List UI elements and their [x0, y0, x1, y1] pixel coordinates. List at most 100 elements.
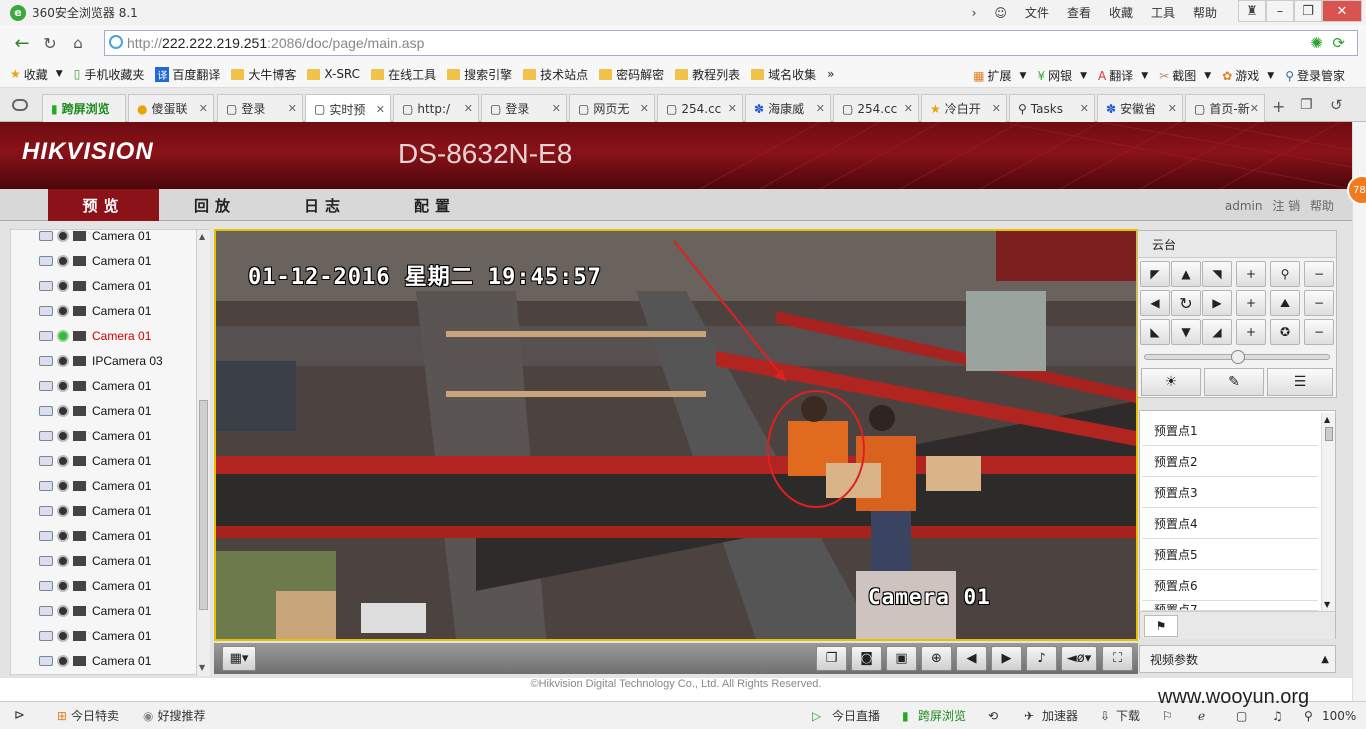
record-icon[interactable]	[73, 380, 86, 391]
slider-knob[interactable]	[1231, 350, 1245, 364]
games-button[interactable]: ✿ 游戏 ▼	[1222, 67, 1274, 84]
preset-item[interactable]: 预置点5	[1142, 539, 1318, 570]
preset-scrollbar[interactable]: ▲ ▼	[1321, 413, 1335, 611]
tab-item[interactable]: ▢ 首页-新 ✕	[1185, 94, 1265, 122]
camera-status-icon[interactable]	[57, 304, 69, 317]
bookmark-folder[interactable]: 大牛博客	[231, 66, 296, 83]
preset-item[interactable]: 预置点6	[1142, 570, 1318, 601]
camera-list-item[interactable]: Camera 01	[11, 498, 151, 523]
snapshot-button[interactable]: ◙	[851, 646, 882, 671]
tab-close-icon[interactable]: ✕	[904, 102, 913, 115]
tab-close-icon[interactable]: ✕	[1250, 102, 1259, 115]
ptz-up-button[interactable]: ▲	[1171, 261, 1201, 287]
undo-close-icon[interactable]: ↺	[1330, 96, 1343, 114]
camera-status-icon[interactable]	[57, 554, 69, 567]
tab-item[interactable]: ✽ 海康威 ✕	[745, 94, 831, 122]
scroll-down-icon[interactable]: ▼	[199, 663, 205, 672]
record-icon[interactable]	[73, 455, 86, 466]
light-button[interactable]: ☀	[1141, 368, 1201, 396]
chevron-up-icon[interactable]: ▲	[1321, 654, 1329, 665]
logout-link[interactable]: 注 销	[1272, 199, 1300, 213]
tab-close-icon[interactable]: ✕	[464, 102, 473, 115]
help-link[interactable]: 帮助	[1310, 199, 1334, 213]
tab-close-icon[interactable]: ✕	[992, 102, 1001, 115]
more-bookmarks-icon[interactable]: »	[827, 67, 834, 81]
minimize-button[interactable]: –	[1266, 0, 1294, 22]
tab-close-icon[interactable]: ✕	[1080, 102, 1089, 115]
camera-list-item[interactable]: Camera 01	[11, 248, 151, 273]
cloud-icon[interactable]	[12, 99, 28, 111]
bank-button[interactable]: ¥ 网银 ▼	[1037, 67, 1087, 84]
tab-close-icon[interactable]: ✕	[728, 102, 737, 115]
camera-status-icon[interactable]	[57, 654, 69, 667]
camera-status-icon[interactable]	[57, 279, 69, 292]
skin-icon[interactable]: ♜	[1238, 0, 1266, 22]
bookmark-folder[interactable]: 技术站点	[523, 66, 588, 83]
fullscreen-button[interactable]: ⛶	[1102, 646, 1133, 671]
flag-icon[interactable]: ⚑	[1144, 615, 1178, 637]
camera-status-icon[interactable]	[57, 579, 69, 592]
record-icon[interactable]	[73, 280, 86, 291]
camera-list-item[interactable]: Camera 01	[11, 373, 151, 398]
camera-status-icon[interactable]	[57, 230, 69, 242]
iris-plus-button[interactable]: +	[1236, 319, 1266, 345]
record-icon[interactable]	[73, 255, 86, 266]
tab-close-icon[interactable]: ✕	[1168, 102, 1177, 115]
microphone-button[interactable]: ♪	[1026, 646, 1057, 671]
preset-item[interactable]: 预置点7	[1142, 601, 1318, 611]
camera-list-item[interactable]: Camera 01	[11, 423, 151, 448]
tab-item[interactable]: ▢ 254.cc ✕	[657, 94, 743, 122]
live-link[interactable]: 今日直播	[832, 707, 880, 724]
camera-list-item[interactable]: Camera 01	[11, 473, 151, 498]
tab-list-icon[interactable]: ❐	[1300, 97, 1313, 113]
tab-item-active[interactable]: ▢ 实时预 ✕	[305, 94, 391, 123]
menu-help[interactable]: 帮助	[1193, 4, 1217, 21]
close-window-button[interactable]: ✕	[1322, 0, 1362, 22]
ptz-speed-slider[interactable]	[1144, 350, 1330, 364]
camera-status-icon[interactable]	[57, 454, 69, 467]
camera-list-item[interactable]: Camera 01	[11, 598, 151, 623]
tab-item[interactable]: ▢ 登录 ✕	[217, 94, 303, 122]
camera-list-item[interactable]: Camera 01	[11, 573, 151, 598]
camera-status-icon[interactable]	[57, 404, 69, 417]
camera-list-item[interactable]: Camera 01	[11, 548, 151, 573]
ptz-down-left-button[interactable]: ◣	[1140, 319, 1170, 345]
user-icon[interactable]: ☺	[994, 6, 1007, 20]
preset-item[interactable]: 预置点1	[1142, 415, 1318, 446]
page-scrollbar[interactable]	[1352, 122, 1366, 701]
extensions-button[interactable]: ▦ 扩展 ▼	[973, 67, 1026, 84]
camera-status-icon[interactable]	[57, 504, 69, 517]
refresh-button[interactable]: ↻	[36, 29, 64, 57]
sidebar-toggle-icon[interactable]: ⊳	[14, 708, 25, 723]
layout-grid-button[interactable]: ▦▾	[222, 646, 256, 671]
volume-mute-button[interactable]: ◄ø▾	[1061, 646, 1097, 671]
tab-item[interactable]: ⚲ Tasks ✕	[1009, 94, 1095, 122]
camera-status-icon[interactable]	[57, 629, 69, 642]
nav-preview[interactable]: 预览	[48, 189, 159, 221]
ptz-left-button[interactable]: ◀	[1140, 290, 1170, 316]
camera-list-item[interactable]: Camera 01	[11, 398, 151, 423]
camera-status-icon[interactable]	[57, 479, 69, 492]
record-icon[interactable]	[73, 530, 86, 541]
menu-button[interactable]: ☰	[1267, 368, 1333, 396]
tab-close-icon[interactable]: ✕	[376, 103, 385, 116]
tab-item[interactable]: ✽ 安徽省 ✕	[1097, 94, 1183, 122]
video-window[interactable]: 01-12-2016 星期二 19:45:57 Camera 01	[214, 229, 1138, 641]
back-button[interactable]: ←	[8, 29, 36, 57]
url-input[interactable]: http:// 222.222.219.251 :2086/doc/page/m…	[104, 30, 1358, 56]
tab-cross-screen[interactable]: ▮ 跨屏浏览	[42, 94, 126, 122]
bookmark-folder[interactable]: 密码解密	[599, 66, 664, 83]
camera-status-icon[interactable]	[57, 354, 69, 367]
focus-plus-button[interactable]: +	[1236, 290, 1266, 316]
camera-list-item[interactable]: IPCamera 03	[11, 348, 163, 373]
camera-status-icon[interactable]	[57, 254, 69, 267]
ptz-down-right-button[interactable]: ◢	[1202, 319, 1232, 345]
login-manager-button[interactable]: ⚲ 登录管家	[1285, 67, 1345, 84]
wiper-button[interactable]: ✎	[1204, 368, 1264, 396]
preset-item[interactable]: 预置点3	[1142, 477, 1318, 508]
tab-item[interactable]: ▢ 登录 ✕	[481, 94, 567, 122]
camera-list-item[interactable]: Camera 01	[11, 623, 151, 648]
camera-list-item[interactable]: Camera 01	[11, 448, 151, 473]
record-icon[interactable]	[73, 480, 86, 491]
zoom-in-button[interactable]: ⊕	[921, 646, 952, 671]
